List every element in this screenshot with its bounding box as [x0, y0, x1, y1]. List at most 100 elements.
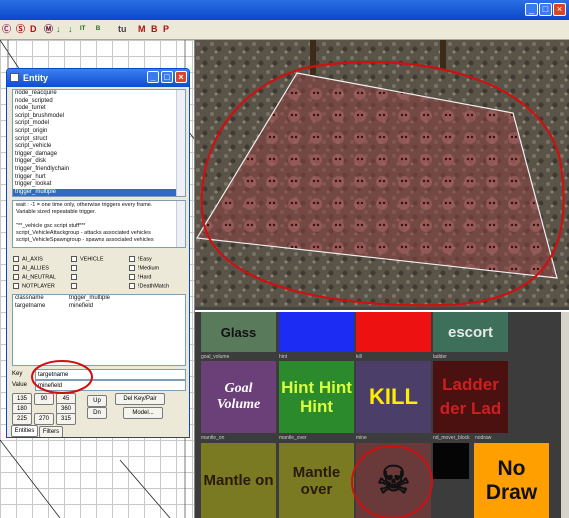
- spawnflag-checkbox[interactable]: [71, 265, 80, 271]
- texture-tile[interactable]: [433, 443, 469, 479]
- description-scrollbar[interactable]: [176, 201, 185, 247]
- angle-270-button[interactable]: 270: [34, 413, 54, 425]
- texture-tile[interactable]: KILL: [356, 361, 431, 433]
- class-list-item[interactable]: script_origin: [13, 128, 185, 136]
- checkbox-box[interactable]: [13, 256, 19, 262]
- spawnflag-checkbox[interactable]: AI_AXIS: [13, 256, 43, 262]
- down-button[interactable]: Dn: [87, 407, 107, 419]
- description-lines: wait : -1 = one time only, otherwise tri…: [14, 202, 184, 244]
- texture-tile[interactable]: escort: [433, 312, 508, 352]
- minimize-button[interactable]: _: [525, 3, 538, 16]
- class-list-item[interactable]: trigger_disk: [13, 158, 185, 166]
- class-list-item[interactable]: trigger_lookat: [13, 181, 185, 189]
- key-label: Key: [12, 371, 23, 377]
- toolbar-button-2[interactable]: D: [30, 24, 37, 35]
- class-list-item[interactable]: script_struct: [13, 136, 185, 144]
- texture-tile[interactable]: Mantle on: [201, 443, 276, 518]
- description-line: script_VehicleSpawngroup - spawns associ…: [16, 237, 154, 243]
- texture-tile[interactable]: ☠: [356, 443, 431, 518]
- close-button[interactable]: ×: [553, 3, 566, 16]
- toolbar-button-4[interactable]: ↓: [56, 24, 61, 35]
- spawnflag-checkbox[interactable]: !Medium: [129, 265, 159, 271]
- maximize-button[interactable]: □: [161, 71, 173, 83]
- class-list-item[interactable]: trigger_multiple: [13, 188, 185, 196]
- texture-tile[interactable]: No Draw: [474, 443, 549, 518]
- model-button[interactable]: Model...: [123, 407, 163, 419]
- checkbox-box[interactable]: [13, 274, 19, 280]
- spawnflag-checkbox[interactable]: [71, 283, 80, 289]
- checkbox-box[interactable]: [129, 274, 135, 280]
- camera-3d-view[interactable]: [195, 40, 569, 310]
- texture-tile[interactable]: Ladder der Lad: [433, 361, 508, 433]
- key-input[interactable]: targetname: [35, 369, 186, 380]
- checkbox-box[interactable]: [71, 256, 77, 262]
- spawnflag-checkbox[interactable]: !DeathMatch: [129, 283, 169, 289]
- keyvalue-row[interactable]: classname trigger_multiple: [13, 295, 185, 303]
- toolbar-button-5[interactable]: ↓: [68, 24, 73, 35]
- texture-tile[interactable]: [279, 312, 354, 352]
- toolbar-button-8[interactable]: tu: [118, 24, 127, 35]
- toolbar-button-6[interactable]: ᴵᵀ: [80, 24, 86, 35]
- close-button[interactable]: ×: [175, 71, 187, 83]
- angle-315-button[interactable]: 315: [56, 413, 76, 425]
- spawnflag-label: AI_AXIS: [22, 256, 43, 263]
- spawnflag-label: AI_NEUTRAL: [22, 274, 56, 281]
- spawnflag-checkbox[interactable]: AI_NEUTRAL: [13, 274, 56, 280]
- class-list-item[interactable]: node_turret: [13, 105, 185, 113]
- spawnflag-label: NOTPLAYER: [22, 283, 55, 290]
- toolbar-button-11[interactable]: P: [163, 24, 169, 35]
- toolbar-button-7[interactable]: ᴮ: [96, 24, 100, 35]
- texture-scrollbar[interactable]: [561, 312, 569, 518]
- class-list-scrollbar[interactable]: [176, 90, 185, 196]
- checkbox-box[interactable]: [129, 265, 135, 271]
- checkbox-box[interactable]: [129, 283, 135, 289]
- texture-tile[interactable]: [356, 312, 431, 352]
- checkbox-box[interactable]: [71, 265, 77, 271]
- toolbar-button-10[interactable]: B: [151, 24, 158, 35]
- spawnflag-checkbox[interactable]: !Easy: [129, 256, 152, 262]
- class-list-item[interactable]: node_reacquire: [13, 90, 185, 98]
- toolbar-button-1[interactable]: Ⓢ: [16, 24, 25, 35]
- class-list-item[interactable]: trigger_hurt: [13, 174, 185, 182]
- texture-tile[interactable]: Hint Hint Hint: [279, 361, 354, 433]
- texture-name: [279, 312, 354, 352]
- texture-tile[interactable]: Goal Volume: [201, 361, 276, 433]
- keyvalue-list[interactable]: classname trigger_multiple targetname minef…: [12, 294, 186, 366]
- checkbox-box[interactable]: [13, 283, 19, 289]
- angle-90-button[interactable]: 90: [34, 393, 54, 405]
- class-list-item[interactable]: node_scripted: [13, 98, 185, 106]
- class-list-item[interactable]: script_brushmodel: [13, 113, 185, 121]
- spawnflag-checkbox[interactable]: !Hard: [129, 274, 151, 280]
- spawnflags: AI_AXIS VEHICLE !Easy AI_ALLIES !Medium AI_NE…: [13, 256, 187, 296]
- maximize-button[interactable]: □: [539, 3, 552, 16]
- spawnflag-checkbox[interactable]: NOTPLAYER: [13, 283, 55, 289]
- up-button[interactable]: Up: [87, 395, 107, 407]
- spawnflag-checkbox[interactable]: VEHICLE: [71, 256, 104, 262]
- class-list-item[interactable]: trigger_friendlychain: [13, 166, 185, 174]
- checkbox-box[interactable]: [13, 265, 19, 271]
- texture-name: [356, 312, 431, 352]
- class-list-item[interactable]: script_vehicle: [13, 143, 185, 151]
- toolbar-button-3[interactable]: Ⓜ: [44, 24, 53, 35]
- checkbox-box[interactable]: [71, 274, 77, 280]
- texture-tile[interactable]: Glass: [201, 312, 276, 352]
- class-list-item[interactable]: script_model: [13, 120, 185, 128]
- checkbox-box[interactable]: [71, 283, 77, 289]
- texture-tile[interactable]: Mantle over: [279, 443, 354, 518]
- spawnflag-checkbox[interactable]: [71, 274, 80, 280]
- delete-keypair-button[interactable]: Del Key/Pair: [115, 393, 165, 405]
- angle-225-button[interactable]: 225: [12, 413, 32, 425]
- toolbar-button-9[interactable]: M: [138, 24, 146, 35]
- spawnflag-label: VEHICLE: [80, 256, 104, 263]
- value-input[interactable]: minefield: [35, 380, 186, 391]
- minimize-button[interactable]: _: [147, 71, 159, 83]
- toolbar-button-0[interactable]: Ⓒ: [2, 24, 11, 35]
- class-list-item[interactable]: trigger_damage: [13, 151, 185, 159]
- checkbox-box[interactable]: [129, 256, 135, 262]
- keyvalue-row[interactable]: targetname minefield: [13, 303, 185, 311]
- texture-name: Goal Volume: [216, 381, 261, 412]
- class-list[interactable]: node_reacquire node_scripted node_turret sc…: [12, 89, 186, 197]
- tab-entities[interactable]: Entities: [11, 425, 38, 437]
- spawnflag-checkbox[interactable]: AI_ALLIES: [13, 265, 49, 271]
- tab-filters[interactable]: Filters: [39, 426, 63, 437]
